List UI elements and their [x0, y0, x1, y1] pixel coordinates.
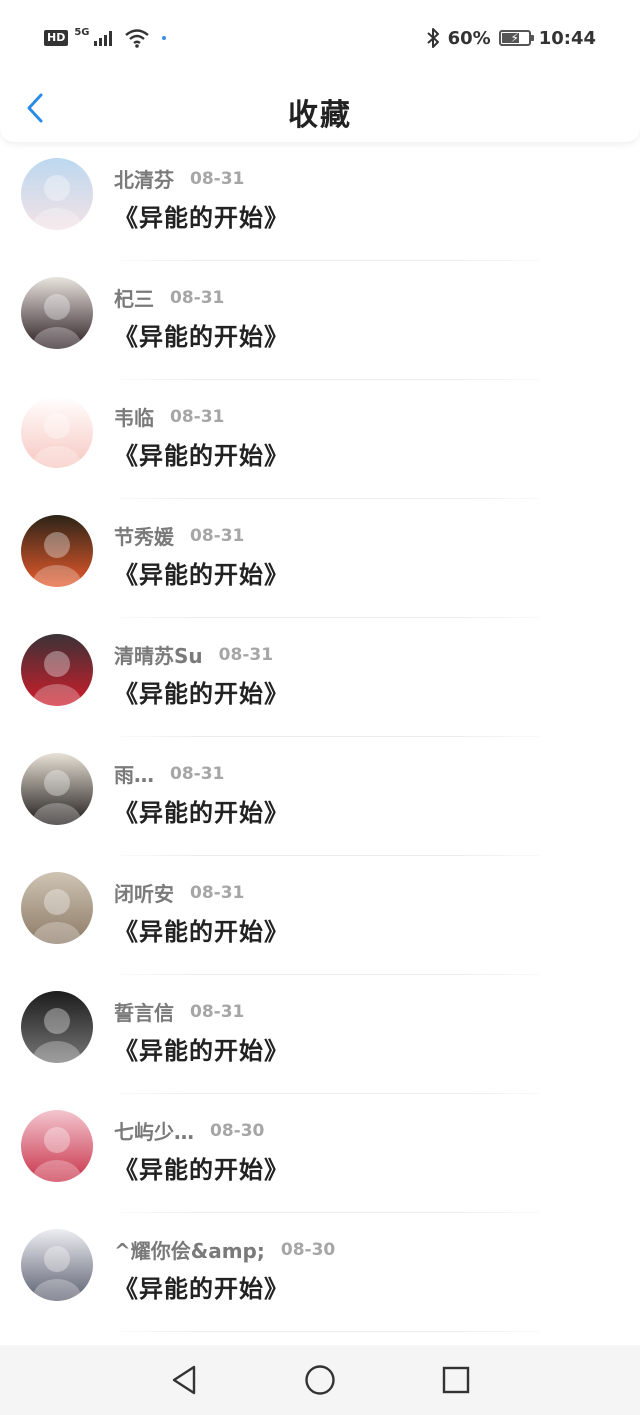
network-type: 5G	[74, 26, 90, 38]
item-meta: 杞三 08-31	[114, 283, 224, 312]
username[interactable]: 北清芬	[114, 164, 174, 193]
date: 08-30	[210, 1120, 265, 1141]
favorite-item[interactable]: 清晴苏Su 08-31 《异能的开始》	[0, 618, 640, 737]
username[interactable]: 清晴苏Su	[114, 640, 203, 669]
favorite-item[interactable]: 韦临 08-31 《异能的开始》	[0, 380, 640, 499]
avatar[interactable]	[21, 158, 93, 230]
status-left: HD 5G	[44, 26, 166, 50]
book-title[interactable]: 《异能的开始》	[114, 674, 289, 709]
item-meta: 清晴苏Su 08-31	[114, 640, 273, 669]
avatar[interactable]	[21, 991, 93, 1063]
favorite-item[interactable]: 七屿少… 08-30 《异能的开始》	[0, 1094, 640, 1213]
date: 08-30	[280, 1239, 336, 1260]
username[interactable]: 七屿少…	[114, 1116, 194, 1145]
avatar[interactable]	[21, 872, 93, 944]
item-meta: ^耀你侩&amp; 08-30	[114, 1235, 335, 1264]
wifi-icon	[124, 29, 149, 48]
navigation-bar	[0, 1345, 640, 1415]
battery-percent: 60%	[447, 27, 491, 49]
item-meta: 雨… 08-31	[114, 759, 224, 788]
avatar[interactable]	[21, 1229, 93, 1301]
username[interactable]: 雨…	[114, 759, 154, 788]
status-bar: HD 5G 60% ⚡ 10:44	[0, 0, 640, 76]
charging-bolt-icon: ⚡	[510, 31, 519, 45]
nav-back-button[interactable]	[164, 1360, 204, 1400]
book-title[interactable]: 《异能的开始》	[114, 1269, 289, 1304]
hd-badge: HD	[44, 30, 69, 46]
username[interactable]: 杞三	[114, 283, 154, 312]
avatar[interactable]	[21, 515, 93, 587]
book-title[interactable]: 《异能的开始》	[114, 1150, 289, 1185]
book-title[interactable]: 《异能的开始》	[114, 555, 289, 590]
nav-home-button[interactable]	[300, 1360, 340, 1400]
item-meta: 闭听安 08-31	[114, 878, 244, 907]
favorite-item[interactable]: 杞三 08-31 《异能的开始》	[0, 261, 640, 380]
username[interactable]: 誓言信	[114, 997, 174, 1026]
avatar[interactable]	[21, 396, 93, 468]
favorite-item[interactable]: 节秀媛 08-31 《异能的开始》	[0, 499, 640, 618]
avatar[interactable]	[21, 753, 93, 825]
nav-recents-button[interactable]	[436, 1360, 476, 1400]
book-title[interactable]: 《异能的开始》	[114, 912, 289, 947]
item-meta: 节秀媛 08-31	[114, 521, 244, 550]
battery-icon: ⚡	[498, 30, 534, 46]
date: 08-31	[190, 1001, 245, 1022]
bluetooth-icon	[426, 28, 439, 48]
date: 08-31	[190, 168, 245, 189]
signal-icon	[93, 30, 112, 46]
notification-dot	[161, 36, 166, 40]
status-right: 60% ⚡ 10:44	[426, 24, 596, 52]
favorite-item[interactable]: 北清芬 08-31 《异能的开始》	[0, 142, 640, 261]
book-title[interactable]: 《异能的开始》	[114, 1031, 289, 1066]
date: 08-31	[170, 763, 225, 784]
date: 08-31	[170, 406, 225, 427]
username[interactable]: ^耀你侩&amp;	[114, 1235, 265, 1264]
avatar[interactable]	[21, 277, 93, 349]
date: 08-31	[190, 525, 245, 546]
date: 08-31	[170, 287, 225, 308]
book-title[interactable]: 《异能的开始》	[114, 198, 289, 233]
avatar[interactable]	[21, 634, 93, 706]
username[interactable]: 节秀媛	[114, 521, 174, 550]
page-title: 收藏	[288, 98, 352, 133]
book-title[interactable]: 《异能的开始》	[114, 317, 289, 352]
date: 08-31	[218, 644, 274, 665]
clock: 10:44	[538, 27, 596, 49]
triangle-back-icon	[172, 1365, 196, 1395]
item-meta: 韦临 08-31	[114, 402, 224, 431]
divider	[120, 1331, 540, 1332]
username[interactable]: 韦临	[114, 402, 154, 431]
circle-home-icon	[305, 1365, 335, 1395]
favorites-list: 北清芬 08-31 《异能的开始》 杞三 08-31 《异能的开始》 韦临 08-31 《异能的…	[0, 142, 640, 1332]
favorite-item[interactable]: 闭听安 08-31 《异能的开始》	[0, 856, 640, 975]
app-header: 收藏	[0, 76, 640, 142]
favorite-item[interactable]: ^耀你侩&amp; 08-30 《异能的开始》	[0, 1213, 640, 1332]
avatar[interactable]	[21, 1110, 93, 1182]
item-meta: 誓言信 08-31	[114, 997, 244, 1026]
favorite-item[interactable]: 雨… 08-31 《异能的开始》	[0, 737, 640, 856]
username[interactable]: 闭听安	[114, 878, 174, 907]
book-title[interactable]: 《异能的开始》	[114, 436, 289, 471]
item-meta: 七屿少… 08-30	[114, 1116, 264, 1145]
favorite-item[interactable]: 誓言信 08-31 《异能的开始》	[0, 975, 640, 1094]
square-recents-icon	[442, 1366, 470, 1394]
book-title[interactable]: 《异能的开始》	[114, 793, 289, 828]
date: 08-31	[190, 882, 245, 903]
item-meta: 北清芬 08-31	[114, 164, 244, 193]
